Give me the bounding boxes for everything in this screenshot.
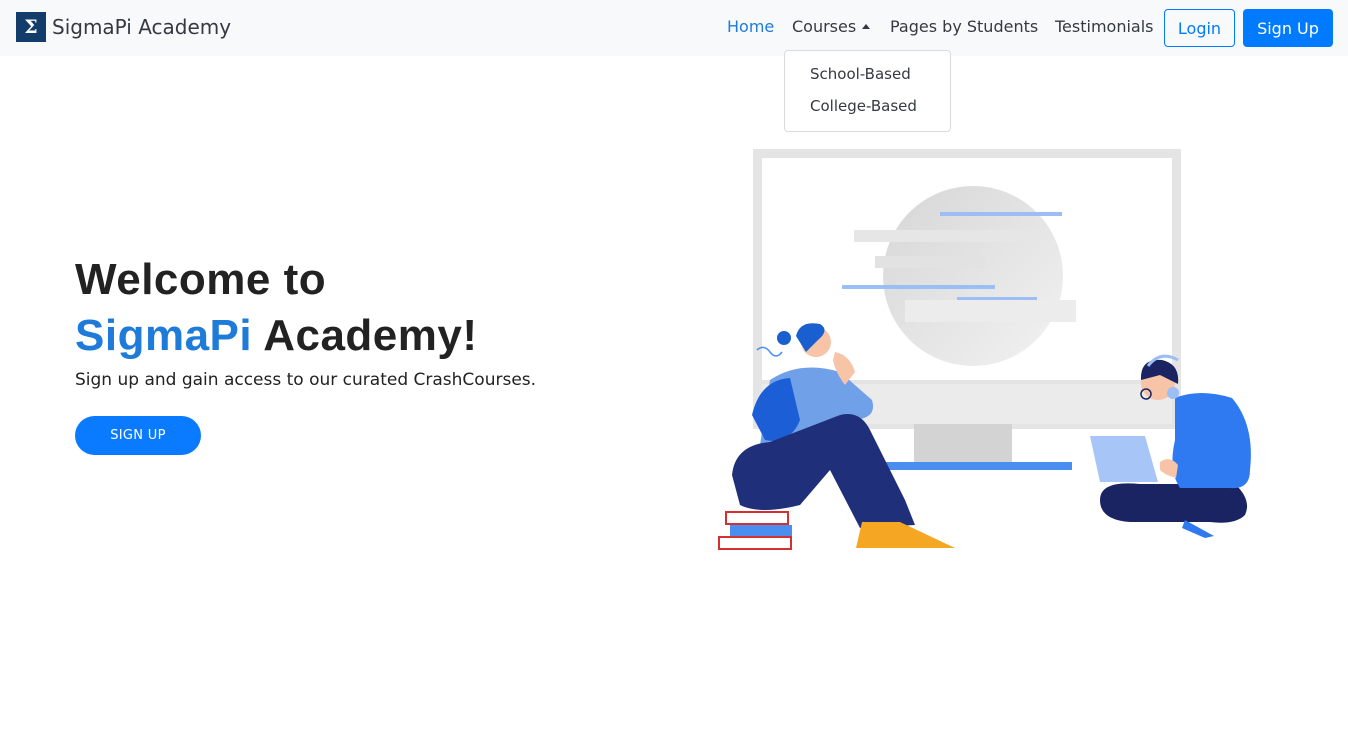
hero-title: Welcome to SigmaPi Academy! xyxy=(75,252,478,364)
brand-name: SigmaPi Academy xyxy=(52,15,232,39)
dropdown-item-college-based[interactable]: College-Based xyxy=(810,97,917,115)
hero-title-line1: Welcome to xyxy=(75,255,327,304)
signup-nav-button[interactable]: Sign Up xyxy=(1243,9,1333,47)
login-button[interactable]: Login xyxy=(1164,9,1235,47)
nav-home[interactable]: Home xyxy=(727,17,774,36)
students-studying-illustration xyxy=(718,149,1251,550)
nav-courses[interactable]: Courses xyxy=(792,17,871,36)
navbar: Σ SigmaPi Academy Home Courses Pages by … xyxy=(0,0,1348,56)
hero-title-rest: Academy! xyxy=(252,311,478,360)
sigma-logo-icon: Σ xyxy=(16,12,46,42)
hero-title-accent: SigmaPi xyxy=(75,311,253,360)
hero-subtitle: Sign up and gain access to our curated C… xyxy=(75,370,537,390)
hero-signup-button[interactable]: SIGN UP xyxy=(75,416,201,455)
brand-link[interactable]: Σ SigmaPi Academy xyxy=(16,12,231,42)
dropdown-item-school-based[interactable]: School-Based xyxy=(810,65,911,83)
nav-testimonials[interactable]: Testimonials xyxy=(1055,17,1154,36)
caret-up-icon xyxy=(862,24,871,29)
nav-courses-label: Courses xyxy=(792,17,857,36)
nav-pages-by-students[interactable]: Pages by Students xyxy=(890,17,1038,36)
courses-dropdown-menu: School-Based College-Based xyxy=(784,50,951,132)
